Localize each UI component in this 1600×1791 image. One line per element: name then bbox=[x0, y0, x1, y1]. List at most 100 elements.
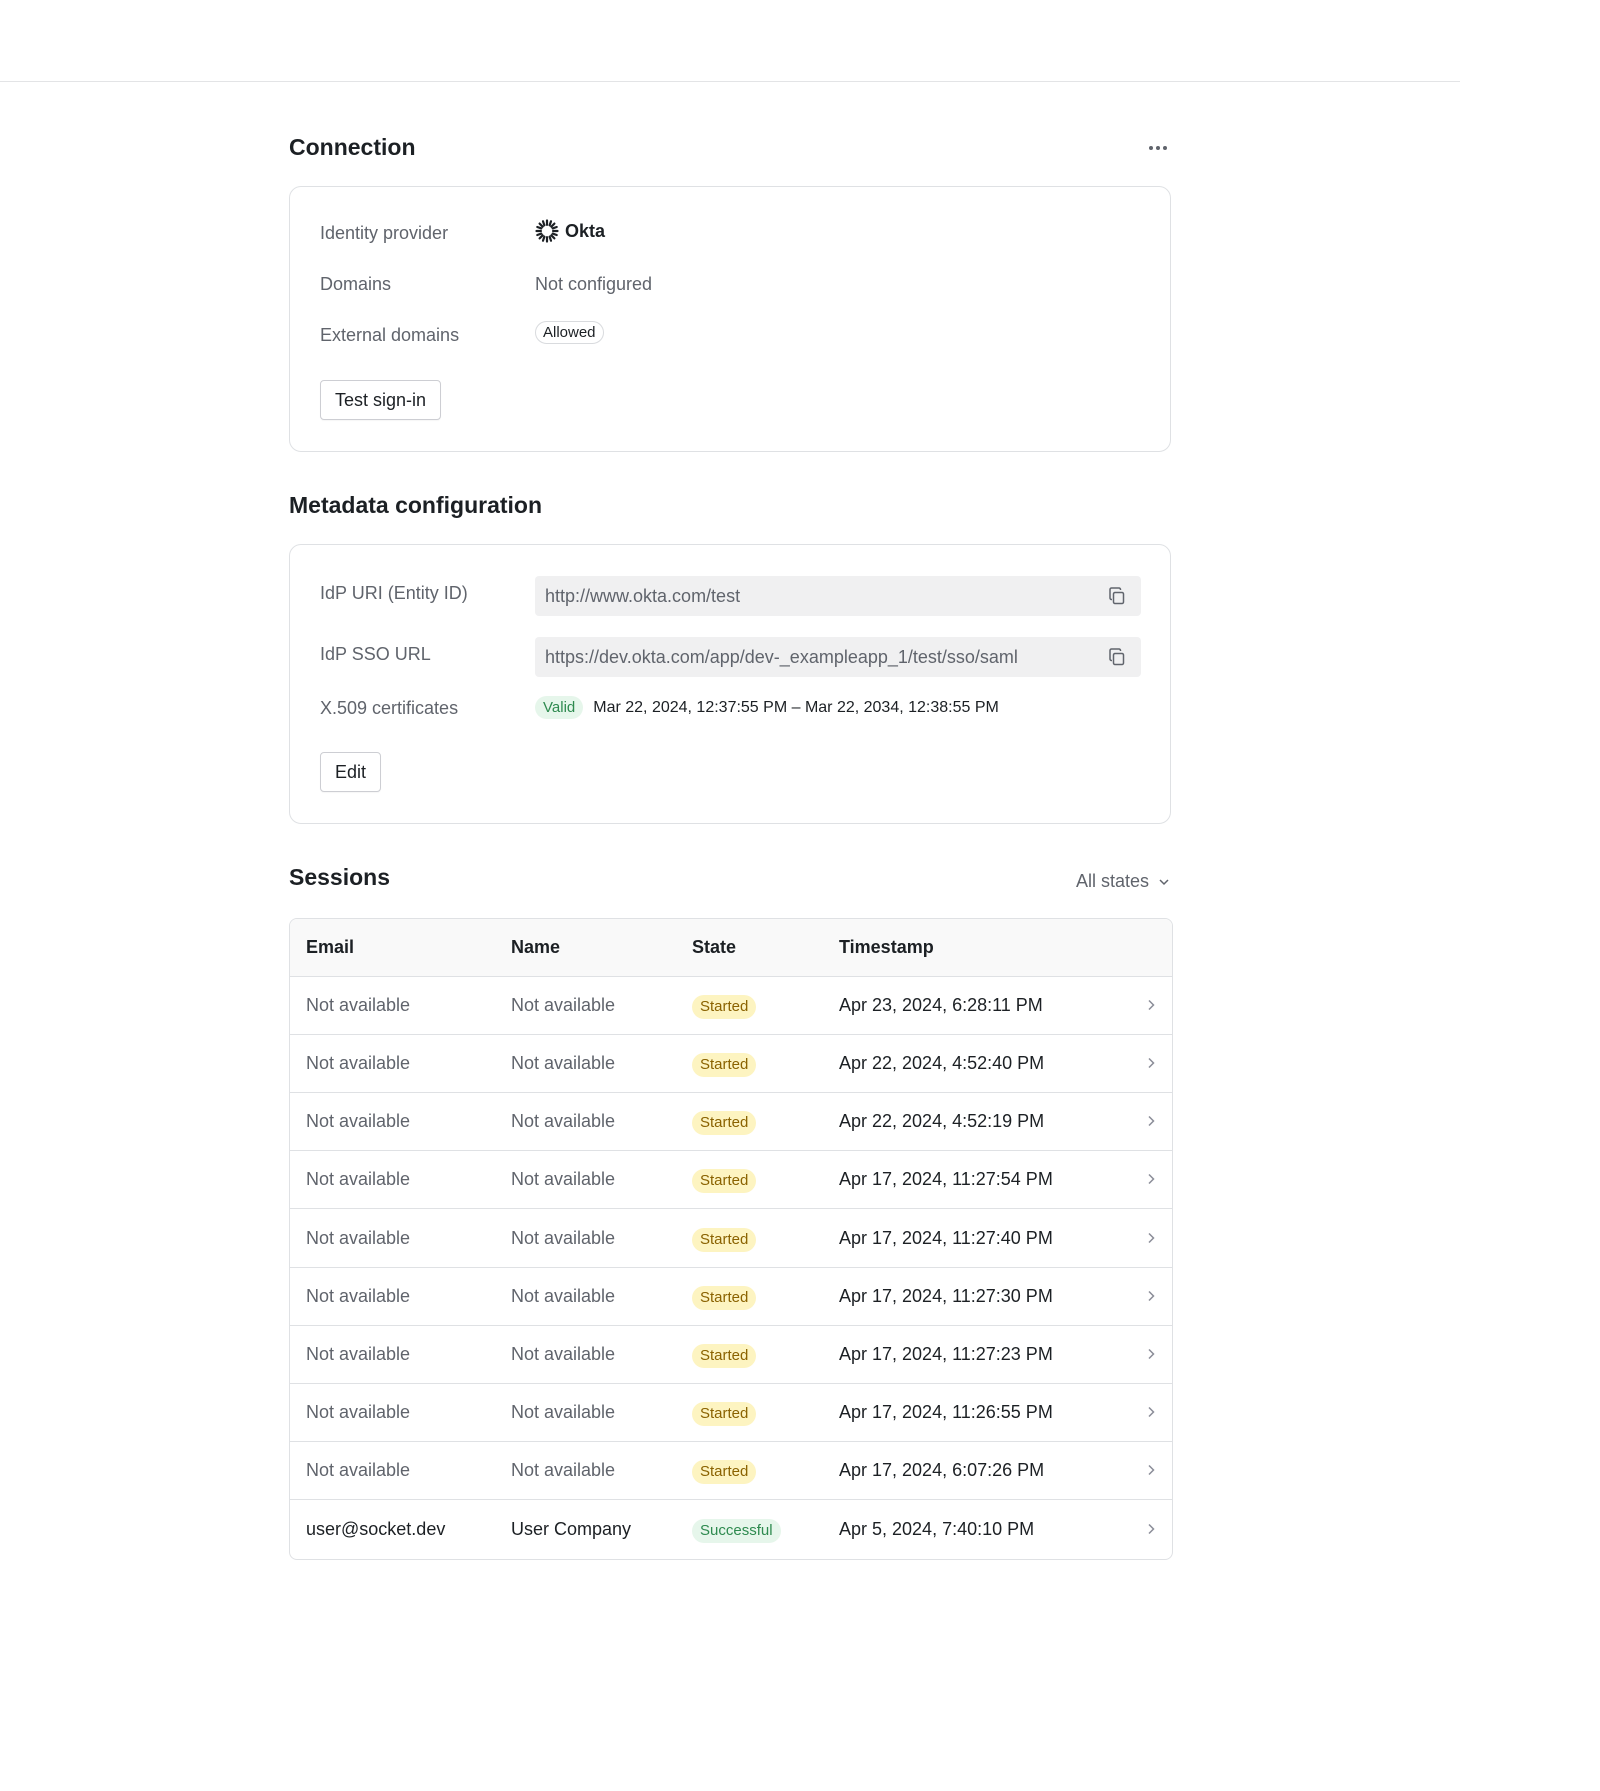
table-row[interactable]: Not available Not available Started Apr 17,… bbox=[290, 1268, 1172, 1326]
state-badge: Started bbox=[692, 1111, 757, 1136]
state-filter-dropdown[interactable]: All states bbox=[1076, 871, 1171, 892]
copy-icon bbox=[1109, 587, 1125, 605]
state-badge: Started bbox=[692, 1053, 757, 1078]
metadata-card: IdP URI (Entity ID) http://www.okta.com/… bbox=[289, 544, 1171, 824]
certificate-status-badge: Valid bbox=[535, 696, 584, 719]
cell-state: Started bbox=[692, 1210, 757, 1267]
cell-state: Started bbox=[692, 1093, 757, 1150]
chevron-right-icon bbox=[1148, 1523, 1155, 1535]
cell-timestamp: Apr 17, 2024, 11:27:40 PM bbox=[839, 1228, 1053, 1248]
metadata-title: Metadata configuration bbox=[289, 492, 543, 518]
certificates-value: Valid Mar 22, 2024, 12:37:55 PM – Mar 22… bbox=[535, 696, 999, 719]
domains-value: Not configured bbox=[535, 274, 653, 294]
state-badge: Started bbox=[692, 1460, 757, 1485]
table-row[interactable]: Not available Not available Started Apr 17,… bbox=[290, 1442, 1172, 1500]
table-row[interactable]: user@socket.dev User Company Successful Apr… bbox=[290, 1501, 1172, 1559]
chevron-right-icon bbox=[1148, 1348, 1155, 1360]
more-options-button[interactable] bbox=[1144, 136, 1172, 160]
chevron-right-icon bbox=[1148, 1464, 1155, 1476]
state-badge: Started bbox=[692, 1228, 757, 1253]
state-filter-label: All states bbox=[1076, 871, 1150, 891]
cell-email: Not available bbox=[306, 1286, 411, 1306]
connection-card: Identity provider Okta Domains Not confi… bbox=[289, 186, 1171, 452]
cell-state: Started bbox=[692, 1442, 757, 1499]
okta-logo-icon bbox=[535, 219, 559, 243]
test-sign-in-button[interactable]: Test sign-in bbox=[320, 380, 442, 420]
state-badge: Successful bbox=[692, 1519, 781, 1544]
cell-state: Started bbox=[692, 1384, 757, 1441]
cell-name: Not available bbox=[511, 995, 616, 1015]
cell-name: Not available bbox=[511, 1402, 616, 1422]
state-badge: Started bbox=[692, 1169, 757, 1194]
table-row[interactable]: Not available Not available Started Apr 17,… bbox=[290, 1326, 1172, 1384]
identity-provider-value: Okta bbox=[535, 219, 605, 243]
table-row[interactable]: Not available Not available Started Apr 17,… bbox=[290, 1210, 1172, 1268]
certificate-dates: Mar 22, 2024, 12:37:55 PM – Mar 22, 2034… bbox=[593, 698, 999, 716]
cell-name: Not available bbox=[511, 1053, 616, 1073]
identity-provider-name: Okta bbox=[565, 220, 606, 241]
column-header-email: Email bbox=[306, 937, 355, 957]
cell-name: Not available bbox=[511, 1169, 616, 1189]
idp-sso-field[interactable]: https://dev.okta.com/app/dev-_exampleapp… bbox=[535, 637, 1141, 677]
idp-uri-label: IdP URI (Entity ID) bbox=[320, 583, 468, 603]
cell-email: Not available bbox=[306, 1402, 411, 1422]
copy-idp-uri-button[interactable] bbox=[1105, 584, 1129, 608]
cell-name: Not available bbox=[511, 1228, 616, 1248]
cell-timestamp: Apr 17, 2024, 6:07:26 PM bbox=[839, 1460, 1045, 1480]
cell-email: user@socket.dev bbox=[306, 1519, 446, 1539]
column-header-name: Name bbox=[511, 937, 561, 957]
external-domains-value: Allowed bbox=[535, 321, 604, 344]
cell-timestamp: Apr 17, 2024, 11:27:30 PM bbox=[839, 1286, 1053, 1306]
table-row[interactable]: Not available Not available Started Apr 22,… bbox=[290, 1093, 1172, 1151]
cell-email: Not available bbox=[306, 1111, 411, 1131]
table-row[interactable]: Not available Not available Started Apr 23,… bbox=[290, 977, 1172, 1035]
idp-uri-field[interactable]: http://www.okta.com/test bbox=[535, 576, 1141, 616]
table-row[interactable]: Not available Not available Started Apr 17,… bbox=[290, 1151, 1172, 1209]
cell-email: Not available bbox=[306, 1460, 411, 1480]
edit-metadata-button[interactable]: Edit bbox=[320, 752, 382, 792]
cell-timestamp: Apr 5, 2024, 7:40:10 PM bbox=[839, 1519, 1035, 1539]
state-badge: Started bbox=[692, 1286, 757, 1311]
connection-title: Connection bbox=[289, 134, 416, 160]
idp-sso-value: https://dev.okta.com/app/dev-_exampleapp… bbox=[545, 646, 1018, 667]
cell-state: Started bbox=[692, 977, 757, 1034]
identity-provider-label: Identity provider bbox=[320, 223, 449, 243]
sessions-title: Sessions bbox=[289, 864, 390, 890]
idp-uri-value: http://www.okta.com/test bbox=[545, 585, 741, 606]
cell-state: Successful bbox=[692, 1501, 781, 1558]
idp-sso-label: IdP SSO URL bbox=[320, 644, 431, 664]
cell-timestamp: Apr 17, 2024, 11:26:55 PM bbox=[839, 1402, 1053, 1422]
cell-state: Started bbox=[692, 1268, 757, 1325]
state-badge: Started bbox=[692, 1344, 757, 1369]
chevron-right-icon bbox=[1148, 1290, 1155, 1302]
domains-label: Domains bbox=[320, 274, 392, 294]
chevron-right-icon bbox=[1148, 1232, 1155, 1244]
chevron-right-icon bbox=[1148, 1115, 1155, 1127]
table-row[interactable]: Not available Not available Started Apr 22,… bbox=[290, 1035, 1172, 1093]
state-badge: Started bbox=[692, 995, 757, 1020]
chevron-right-icon bbox=[1148, 1173, 1155, 1185]
table-row[interactable]: Not available Not available Started Apr 17,… bbox=[290, 1384, 1172, 1442]
cell-name: Not available bbox=[511, 1344, 616, 1364]
chevron-right-icon bbox=[1148, 1406, 1155, 1418]
cell-name: User Company bbox=[511, 1519, 632, 1539]
table-header: Email Name State Timestamp bbox=[290, 919, 1172, 977]
certificates-label: X.509 certificates bbox=[320, 698, 459, 718]
copy-idp-sso-button[interactable] bbox=[1105, 645, 1129, 669]
cell-timestamp: Apr 23, 2024, 6:28:11 PM bbox=[839, 995, 1043, 1015]
state-badge: Started bbox=[692, 1402, 757, 1427]
column-header-state: State bbox=[692, 937, 737, 957]
cell-email: Not available bbox=[306, 995, 411, 1015]
chevron-right-icon bbox=[1148, 999, 1155, 1011]
sessions-table: Email Name State Timestamp Not available… bbox=[289, 918, 1173, 1560]
external-domains-label: External domains bbox=[320, 325, 460, 345]
cell-timestamp: Apr 22, 2024, 4:52:40 PM bbox=[839, 1053, 1045, 1073]
cell-name: Not available bbox=[511, 1460, 616, 1480]
cell-email: Not available bbox=[306, 1344, 411, 1364]
cell-state: Started bbox=[692, 1151, 757, 1208]
cell-email: Not available bbox=[306, 1228, 411, 1248]
top-divider bbox=[0, 81, 1460, 82]
column-header-timestamp: Timestamp bbox=[839, 937, 934, 957]
chevron-right-icon bbox=[1148, 1057, 1155, 1069]
cell-email: Not available bbox=[306, 1169, 411, 1189]
